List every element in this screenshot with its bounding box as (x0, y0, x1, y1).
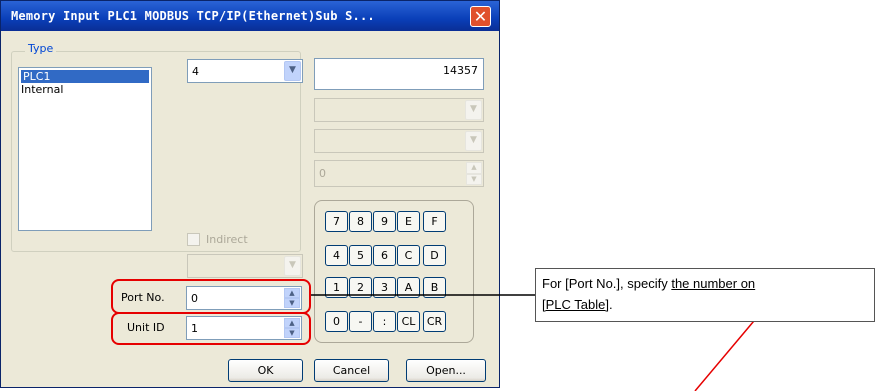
title-bar[interactable]: Memory Input PLC1 MODBUS TCP/IP(Ethernet… (1, 1, 499, 31)
indirect-checkbox[interactable] (187, 233, 200, 246)
chevron-down-icon[interactable]: ▼ (465, 131, 482, 151)
callout-underlined-1: the number on (671, 276, 756, 291)
type-item-plc1[interactable]: PLC1 (20, 69, 150, 84)
type-item-internal[interactable]: Internal (19, 83, 151, 96)
key-3[interactable]: 3 (373, 277, 396, 298)
chevron-down-icon[interactable]: ▼ (465, 100, 482, 120)
type-group-label: Type (25, 42, 57, 55)
key-f[interactable]: F (423, 211, 446, 232)
callout-suffix: . (608, 297, 613, 312)
close-button[interactable]: ✕ (470, 6, 491, 27)
unit-highlight (111, 312, 311, 345)
address-field[interactable]: 14357 (314, 58, 484, 90)
open-button[interactable]: Open... (406, 359, 486, 382)
spin-control[interactable]: ▲ ▼ (466, 162, 482, 185)
key-b[interactable]: B (423, 277, 446, 298)
indirect-label: Indirect (206, 233, 248, 246)
key-cl[interactable]: CL (397, 311, 420, 332)
key-6[interactable]: 6 (373, 245, 396, 266)
key-4[interactable]: 4 (325, 245, 348, 266)
callout-note: For [Port No.], specify the number on [P… (535, 268, 875, 322)
chevron-down-icon[interactable]: ▼ (284, 256, 301, 276)
ok-button[interactable]: OK (228, 359, 303, 382)
key-7[interactable]: 7 (325, 211, 348, 232)
device-select-value: 4 (192, 65, 199, 78)
callout-prefix: For [Port No.], specify (542, 276, 672, 291)
key-e[interactable]: E (397, 211, 420, 232)
port-highlight (111, 279, 311, 314)
window-title: Memory Input PLC1 MODBUS TCP/IP(Ethernet… (11, 9, 375, 23)
key-colon[interactable]: : (373, 311, 396, 332)
key-a[interactable]: A (397, 277, 420, 298)
disabled-number-field[interactable]: 0 ▲ ▼ (314, 160, 484, 187)
key-c[interactable]: C (397, 245, 420, 266)
key-2[interactable]: 2 (349, 277, 372, 298)
key-5[interactable]: 5 (349, 245, 372, 266)
address-value: 14357 (443, 64, 478, 77)
type-listbox[interactable]: PLC1 Internal (18, 67, 152, 231)
key-1[interactable]: 1 (325, 277, 348, 298)
key-cr[interactable]: CR (423, 311, 446, 332)
disabled-select-2[interactable]: ▼ (314, 129, 484, 153)
key-0[interactable]: 0 (325, 311, 348, 332)
key-9[interactable]: 9 (373, 211, 396, 232)
key-minus[interactable]: - (349, 311, 372, 332)
callout-underlined-2: [PLC Table] (542, 297, 609, 312)
device-select[interactable]: 4 ▼ (187, 59, 303, 83)
indirect-select[interactable]: ▼ (187, 254, 303, 278)
cancel-button[interactable]: Cancel (314, 359, 389, 382)
chevron-down-icon[interactable]: ▼ (284, 61, 301, 81)
disabled-select-1[interactable]: ▼ (314, 98, 484, 122)
key-d[interactable]: D (423, 245, 446, 266)
key-8[interactable]: 8 (349, 211, 372, 232)
disabled-number-value: 0 (319, 167, 326, 180)
